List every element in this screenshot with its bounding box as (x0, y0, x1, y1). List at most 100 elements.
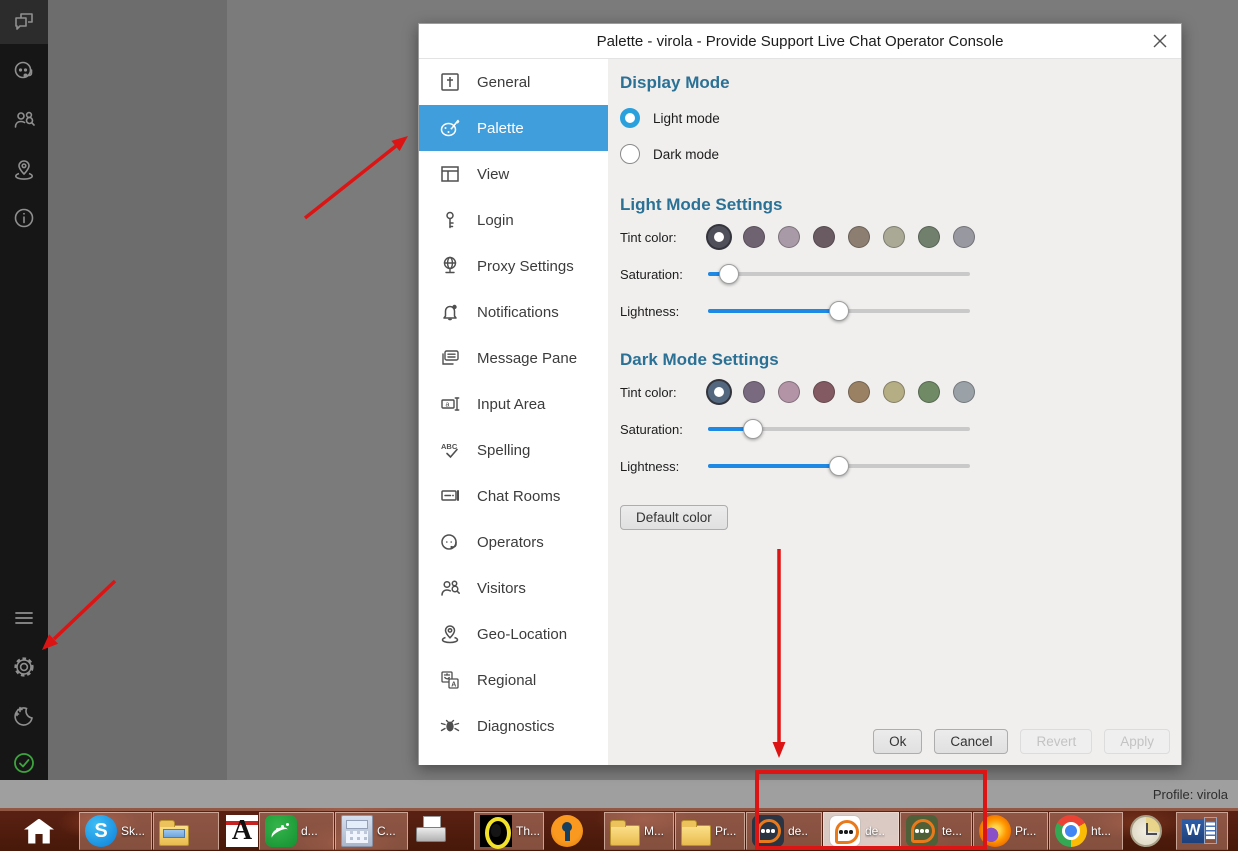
dolphin-icon (265, 815, 297, 847)
nav-item-geo-location[interactable]: Geo-Location (419, 611, 608, 657)
dark-mode-moon-icon[interactable] (0, 699, 48, 733)
nav-item-palette[interactable]: Palette (419, 105, 608, 151)
tint-swatch[interactable] (918, 381, 940, 403)
palette-icon (438, 116, 462, 140)
thunderbird-icon (480, 815, 512, 847)
taskbar-item-word[interactable] (1176, 812, 1228, 850)
tint-swatch[interactable] (708, 226, 730, 248)
taskbar-item-chrome[interactable]: ht... (1049, 812, 1123, 850)
nav-item-spelling[interactable]: ABC Spelling (419, 427, 608, 473)
taskbar-item-folder-m[interactable]: M... (604, 812, 674, 850)
taskbar-item-abiword[interactable] (220, 812, 258, 850)
screen: Profile: virola Sk... d... C... Th. (0, 0, 1238, 851)
tint-swatch[interactable] (743, 381, 765, 403)
tint-swatch[interactable] (953, 226, 975, 248)
tint-swatch[interactable] (883, 381, 905, 403)
nav-item-chat-rooms[interactable]: Chat Rooms (419, 473, 608, 519)
nav-item-login[interactable]: Login (419, 197, 608, 243)
tint-swatch[interactable] (848, 226, 870, 248)
taskbar-item-firefox[interactable]: Pr... (973, 812, 1048, 850)
dark-tint-label: Tint color: (620, 385, 708, 400)
nav-item-operators[interactable]: Operators (419, 519, 608, 565)
light-tint-swatches (708, 226, 988, 248)
nav-item-notifications[interactable]: Notifications (419, 289, 608, 335)
tint-swatch[interactable] (778, 381, 800, 403)
taskbar-item-chat-green[interactable]: te... (900, 812, 972, 850)
taskbar-item-file-explorer[interactable] (153, 812, 219, 850)
light-tint-label: Tint color: (620, 230, 708, 245)
dark-lightness-label: Lightness: (620, 459, 708, 474)
tint-swatch[interactable] (813, 381, 835, 403)
dialog-nav: General Palette View Login Proxy Setting… (419, 59, 608, 765)
dark-lightness-slider[interactable] (708, 456, 970, 476)
nav-item-visitors[interactable]: Visitors (419, 565, 608, 611)
light-mode-settings-heading: Light Mode Settings (620, 195, 1181, 215)
apply-button[interactable]: Apply (1104, 729, 1170, 754)
slider-thumb[interactable] (719, 264, 739, 284)
word-icon (1182, 815, 1218, 847)
profile-label: Profile: virola (1153, 787, 1228, 802)
tint-swatch[interactable] (743, 226, 765, 248)
dark-saturation-slider[interactable] (708, 419, 970, 439)
taskbar-item-skype[interactable]: Sk... (79, 812, 152, 850)
taskbar-item-openvpn[interactable] (545, 812, 603, 850)
light-lightness-slider[interactable] (708, 301, 970, 321)
nav-item-view[interactable]: View (419, 151, 608, 197)
default-color-button[interactable]: Default color (620, 505, 728, 530)
view-icon (438, 162, 462, 186)
dialog-content: Display Mode Light mode Dark mode Light … (608, 59, 1181, 765)
slider-thumb[interactable] (829, 301, 849, 321)
nav-item-general[interactable]: General (419, 59, 608, 105)
tint-swatch[interactable] (953, 381, 975, 403)
close-button[interactable] (1147, 28, 1173, 54)
light-mode-radio[interactable] (620, 108, 640, 128)
light-saturation-slider[interactable] (708, 264, 970, 284)
revert-button[interactable]: Revert (1020, 729, 1092, 754)
taskbar-item-chat-dark[interactable]: de.. (746, 812, 822, 850)
geo-location-icon[interactable] (0, 153, 48, 187)
menu-icon[interactable] (0, 601, 48, 635)
firefox-icon (979, 815, 1011, 847)
taskbar-item-dolphin[interactable]: d... (259, 812, 334, 850)
settings-gear-icon[interactable] (0, 650, 48, 684)
taskbar-item-chat-white[interactable]: de.. (823, 812, 899, 850)
status-ok-icon[interactable] (0, 746, 48, 780)
dialog-footer: Ok Cancel Revert Apply (873, 729, 1170, 754)
slider-thumb[interactable] (743, 419, 763, 439)
tint-swatch[interactable] (883, 226, 905, 248)
info-icon[interactable] (0, 201, 48, 235)
spelling-icon: ABC (438, 438, 462, 462)
file-explorer-icon (159, 825, 189, 846)
cancel-button[interactable]: Cancel (934, 729, 1008, 754)
tint-swatch[interactable] (708, 381, 730, 403)
taskbar-item-start-home[interactable] (0, 811, 78, 851)
taskbar-item-folder-pr[interactable]: Pr... (675, 812, 745, 850)
taskbar-item-clock[interactable] (1124, 812, 1175, 850)
taskbar-item-calculator[interactable]: C... (335, 812, 408, 850)
operator-icon[interactable] (0, 53, 48, 87)
taskbar-item-thunderbird[interactable]: Th... (474, 812, 544, 850)
nav-item-message-pane[interactable]: Message Pane (419, 335, 608, 381)
ok-button[interactable]: Ok (873, 729, 922, 754)
tint-swatch[interactable] (778, 226, 800, 248)
dialog-titlebar[interactable]: Palette - virola - Provide Support Live … (419, 24, 1181, 59)
nav-item-input-area[interactable]: a Input Area (419, 381, 608, 427)
close-icon (1151, 32, 1169, 50)
login-key-icon (438, 208, 462, 232)
nav-item-diagnostics[interactable]: Diagnostics (419, 703, 608, 749)
printer-icon (415, 815, 447, 847)
slider-thumb[interactable] (829, 456, 849, 476)
chats-icon[interactable] (0, 5, 48, 39)
nav-item-proxy-settings[interactable]: Proxy Settings (419, 243, 608, 289)
visitors-icon[interactable] (0, 103, 48, 137)
dark-mode-radio[interactable] (620, 144, 640, 164)
clock-icon (1130, 815, 1162, 847)
tint-swatch[interactable] (813, 226, 835, 248)
light-mode-option[interactable]: Light mode (620, 107, 1181, 129)
dark-mode-option[interactable]: Dark mode (620, 143, 1181, 165)
nav-item-regional[interactable]: A Regional (419, 657, 608, 703)
tint-swatch[interactable] (918, 226, 940, 248)
taskbar-item-printer[interactable] (409, 812, 473, 850)
light-lightness-label: Lightness: (620, 304, 708, 319)
tint-swatch[interactable] (848, 381, 870, 403)
